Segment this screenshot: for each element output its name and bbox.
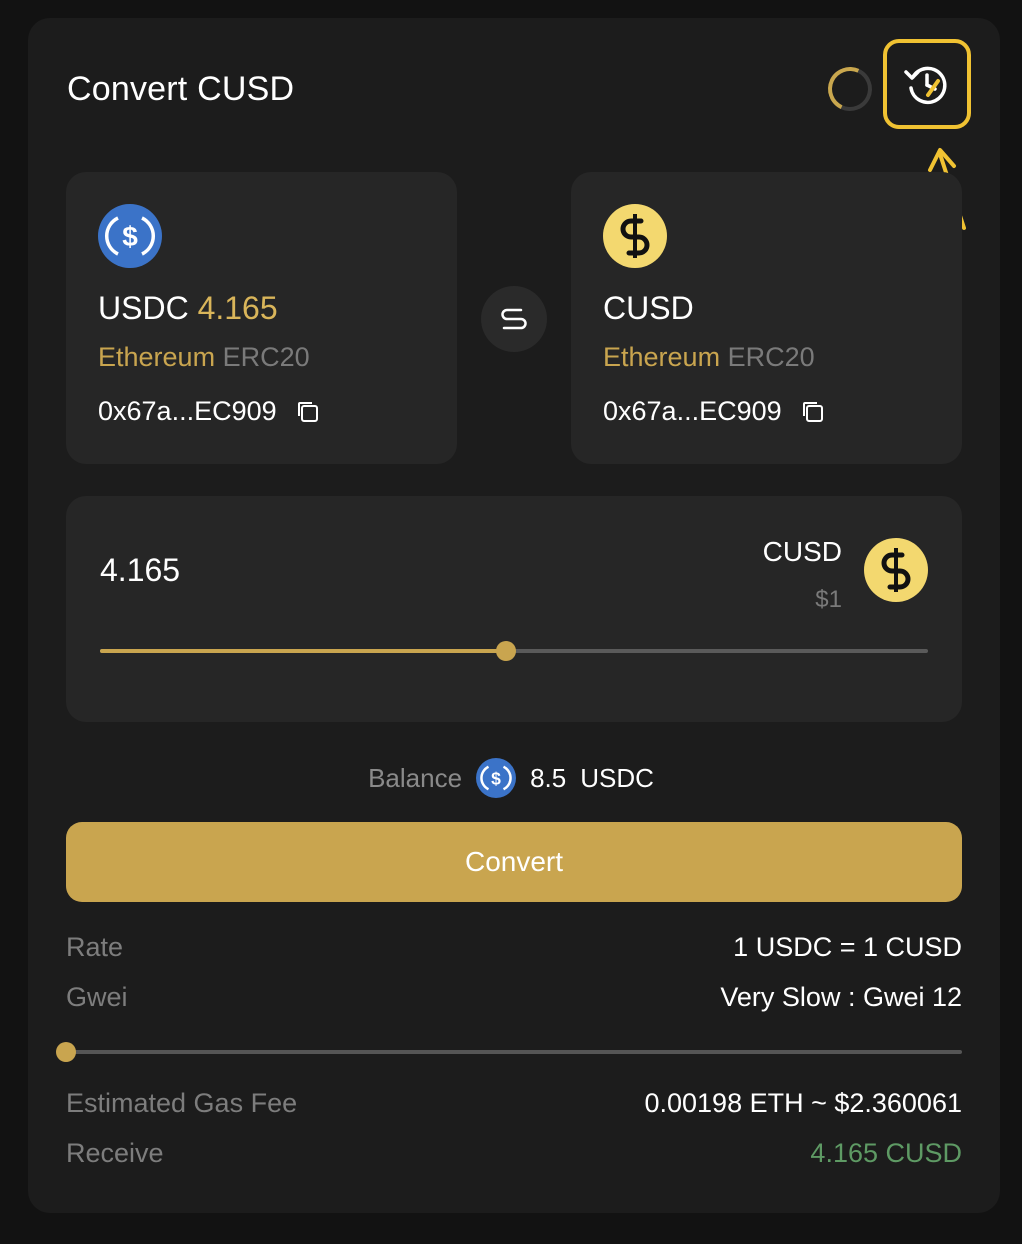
rate-row: Rate 1 USDC = 1 CUSD [66, 932, 962, 963]
cusd-coin-icon [864, 538, 928, 602]
history-button[interactable] [883, 39, 971, 129]
copy-icon[interactable] [800, 399, 826, 425]
to-token-symbol: CUSD [603, 290, 694, 327]
usdc-coin-icon: $ [476, 758, 517, 798]
gwei-value: Very Slow : Gwei 12 [720, 982, 962, 1012]
cusd-coin-icon [603, 204, 667, 268]
gas-fee-label: Estimated Gas Fee [66, 1088, 298, 1118]
to-token-name: CUSD [603, 290, 694, 326]
gwei-slider[interactable] [56, 1040, 962, 1064]
from-token-amount: 4.165 [197, 290, 278, 326]
page-title: Convert CUSD [67, 70, 295, 108]
gas-fee-value: 0.00198 ETH ~ $2.360061 [644, 1088, 962, 1118]
to-chain: Ethereum [603, 342, 721, 372]
from-chain: Ethereum [98, 342, 216, 372]
amount-slider-fill [100, 649, 506, 653]
receive-label: Receive [66, 1138, 164, 1168]
from-token-network: Ethereum ERC20 [98, 342, 310, 373]
receive-row: Receive 4.165 CUSD [66, 1138, 962, 1169]
balance-row: Balance $ 8.5 USDC [0, 758, 1022, 798]
to-address-text: 0x67a...EC909 [603, 396, 782, 426]
swap-direction-button[interactable] [481, 286, 547, 352]
gwei-slider-track [66, 1050, 962, 1054]
convert-button[interactable]: Convert [66, 822, 962, 902]
amount-slider[interactable] [100, 640, 928, 662]
receive-value: 4.165 CUSD [810, 1138, 962, 1168]
amount-input[interactable] [100, 552, 500, 589]
svg-text:$: $ [122, 221, 138, 252]
gwei-row: Gwei Very Slow : Gwei 12 [66, 982, 962, 1013]
balance-token: USDC [580, 762, 654, 793]
gwei-label: Gwei [66, 982, 128, 1012]
to-address: 0x67a...EC909 [603, 396, 826, 427]
amount-slider-thumb[interactable] [495, 641, 516, 661]
swap-icon [501, 308, 527, 330]
rate-label: Rate [66, 932, 124, 962]
from-address-text: 0x67a...EC909 [98, 396, 277, 426]
gwei-slider-thumb[interactable] [56, 1042, 76, 1062]
from-token-symbol: USDC 4.165 [98, 290, 278, 327]
to-token-card[interactable]: CUSD Ethereum ERC20 0x67a...EC909 [571, 172, 962, 464]
to-token-network: Ethereum ERC20 [603, 342, 815, 373]
from-standard: ERC20 [222, 342, 310, 372]
from-address: 0x67a...EC909 [98, 396, 321, 427]
rate-value: 1 USDC = 1 CUSD [733, 932, 962, 962]
copy-icon[interactable] [295, 399, 321, 425]
from-token-card[interactable]: $ USDC 4.165 Ethereum ERC20 0x67a...EC90… [66, 172, 457, 464]
gas-fee-row: Estimated Gas Fee 0.00198 ETH ~ $2.36006… [66, 1088, 962, 1119]
amount-currency: CUSD [762, 536, 842, 567]
amount-price: $1 [815, 586, 842, 613]
amount-panel: CUSD $1 [66, 496, 962, 722]
balance-amount: 8.5 [530, 762, 567, 793]
usdc-coin-icon: $ [98, 204, 162, 268]
from-token-name: USDC [98, 290, 189, 326]
to-standard: ERC20 [727, 342, 815, 372]
svg-text:$: $ [491, 768, 501, 788]
history-clock-icon [904, 66, 947, 105]
balance-label: Balance [368, 762, 463, 793]
